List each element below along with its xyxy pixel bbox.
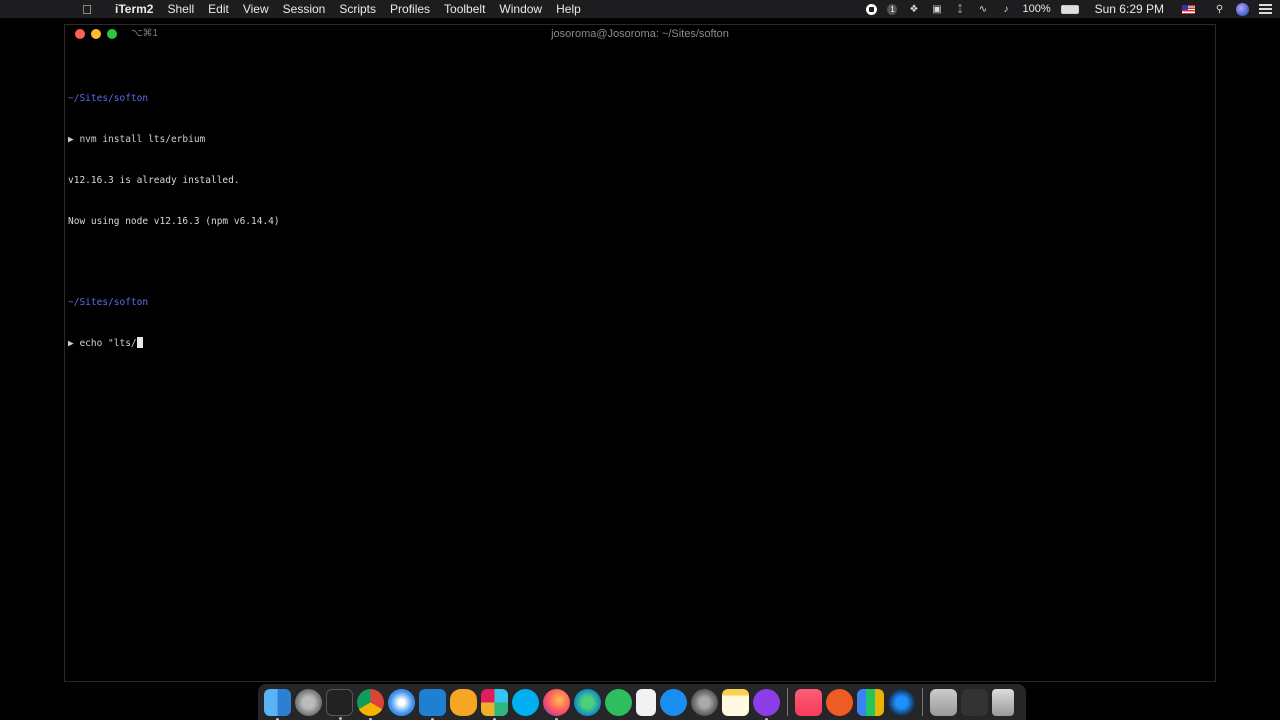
dropbox-icon[interactable]: ❖ xyxy=(907,4,920,15)
skype-icon[interactable] xyxy=(512,688,539,716)
terminal-output[interactable]: ~/Sites/softon ▶ nvm install lts/erbium … xyxy=(68,65,280,378)
prompt-path: ~/Sites/softon xyxy=(68,297,149,309)
text-cursor xyxy=(136,336,143,348)
system-preferences-icon[interactable] xyxy=(691,688,718,716)
app-store-icon[interactable] xyxy=(660,688,687,716)
network-icon[interactable] xyxy=(888,688,915,716)
current-command-line[interactable]: ▶ echo "lts/ xyxy=(68,336,280,351)
vscode-icon[interactable] xyxy=(419,688,446,720)
apple-icon[interactable]:  xyxy=(78,2,96,17)
output-line: v12.16.3 is already installed. xyxy=(68,174,240,186)
siri-icon[interactable] xyxy=(1236,2,1249,16)
input-source-flag-icon[interactable] xyxy=(1182,4,1195,14)
spotlight-search-icon[interactable]: ⚲ xyxy=(1213,4,1226,15)
dock-separator xyxy=(922,688,923,716)
bluetooth-icon[interactable]: ᛨ xyxy=(953,4,966,15)
volume-icon[interactable]: ♪ xyxy=(999,4,1012,15)
prompt-path: ~/Sites/softon xyxy=(68,93,149,105)
downloads-icon[interactable] xyxy=(930,688,957,716)
menu-scripts[interactable]: Scripts xyxy=(332,2,383,16)
dock-separator xyxy=(787,688,788,716)
clock[interactable]: Sun 6:29 PM xyxy=(1095,2,1164,16)
window-title: josoroma@Josoroma: ~/Sites/softon xyxy=(551,28,729,40)
wifi-icon[interactable]: ∿ xyxy=(976,4,989,15)
screen-record-icon[interactable] xyxy=(866,3,878,15)
battery-percent: 100% xyxy=(1022,3,1051,15)
menu-window[interactable]: Window xyxy=(492,2,549,16)
edge-canary-icon[interactable] xyxy=(574,688,601,716)
evernote-icon[interactable] xyxy=(605,688,632,716)
output-line: Now using node v12.16.3 (npm v6.14.4) xyxy=(68,215,280,227)
notes-icon[interactable] xyxy=(722,688,749,716)
preview-icon[interactable] xyxy=(961,688,988,716)
music-icon[interactable] xyxy=(795,688,822,716)
notes-doc-icon[interactable] xyxy=(636,688,656,716)
menu-session[interactable]: Session xyxy=(276,2,333,16)
menu-shell[interactable]: Shell xyxy=(160,2,201,16)
battery-icon[interactable] xyxy=(1060,4,1079,14)
menu-iterm2[interactable]: iTerm2 xyxy=(108,2,160,16)
charts-icon[interactable] xyxy=(857,688,884,716)
status-area: 1 ❖ ▣ ᛨ ∿ ♪ 100% Sun 6:29 PM ⚲ xyxy=(866,0,1272,18)
current-command: ▶ echo "lts/ xyxy=(68,337,137,349)
terminal-window: ⌥⌘1 josoroma@Josoroma: ~/Sites/softon ~/… xyxy=(64,24,1216,682)
menu-help[interactable]: Help xyxy=(549,2,588,16)
finder-icon[interactable] xyxy=(264,688,291,720)
menu-bar:  iTerm2 Shell Edit View Session Scripts… xyxy=(0,0,1280,18)
title-bar[interactable]: ⌥⌘1 josoroma@Josoroma: ~/Sites/softon xyxy=(65,25,1215,45)
chrome-icon[interactable] xyxy=(357,688,384,720)
notification-badge[interactable]: 1 xyxy=(887,3,898,15)
menu-edit[interactable]: Edit xyxy=(201,2,236,16)
running-indicator xyxy=(339,716,342,720)
postman-icon[interactable] xyxy=(826,688,853,716)
menu-list: iTerm2 Shell Edit View Session Scripts P… xyxy=(108,2,588,16)
trash-icon[interactable] xyxy=(992,688,1014,716)
podcasts-icon[interactable] xyxy=(753,688,780,720)
dock xyxy=(258,684,1026,720)
safari-icon[interactable] xyxy=(388,688,415,716)
menu-profiles[interactable]: Profiles xyxy=(383,2,437,16)
notification-center-icon[interactable] xyxy=(1259,4,1272,14)
menu-view[interactable]: View xyxy=(236,2,276,16)
command-line: ▶ nvm install lts/erbium xyxy=(68,133,206,145)
screen-capture-icon[interactable]: ▣ xyxy=(930,4,943,15)
firefox-icon[interactable] xyxy=(543,688,570,720)
launchpad-icon[interactable] xyxy=(295,688,322,716)
slack-icon[interactable] xyxy=(481,688,508,720)
transmit-icon[interactable] xyxy=(450,688,477,716)
iterm-icon[interactable] xyxy=(326,688,353,720)
menu-toolbelt[interactable]: Toolbelt xyxy=(437,2,492,16)
